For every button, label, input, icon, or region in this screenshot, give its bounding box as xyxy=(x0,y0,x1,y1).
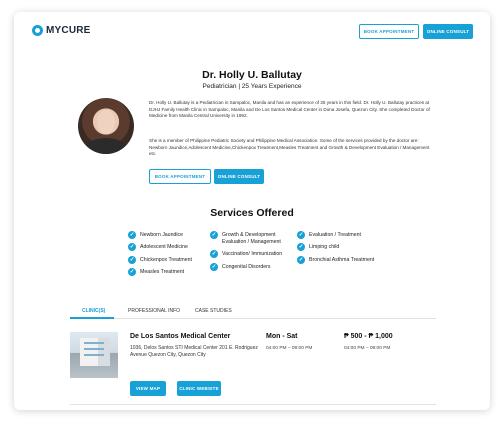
check-icon: ✓ xyxy=(210,263,218,271)
service-label: Congenital Disorders xyxy=(222,264,271,270)
tabs-divider xyxy=(70,318,436,319)
service-item: ✓ Chickenpox Treatment xyxy=(128,256,192,264)
clinic-website-button[interactable]: CLINIC WEBSITE xyxy=(177,381,221,396)
service-label: Chickenpox Treatment xyxy=(140,257,192,263)
tab-case-studies[interactable]: CASE STUDIES xyxy=(195,308,232,314)
check-icon: ✓ xyxy=(297,243,305,251)
check-icon: ✓ xyxy=(128,231,136,239)
doctor-avatar xyxy=(78,98,134,154)
top-header: MYCURE BOOK APPOINTMENT ONLINE CONSULT xyxy=(14,12,490,52)
page-frame: MYCURE BOOK APPOINTMENT ONLINE CONSULT D… xyxy=(14,12,490,410)
service-item: ✓ Bronchial Asthma Treatment xyxy=(297,256,374,264)
service-label: Adolescent Medicine xyxy=(140,244,188,250)
header-book-appointment-button[interactable]: BOOK APPOINTMENT xyxy=(359,24,419,39)
book-appointment-button[interactable]: BOOK APPOINTMENT xyxy=(149,169,211,184)
services-title: Services Offered xyxy=(210,207,294,219)
service-item: ✓ Evaluation / Treatment xyxy=(297,231,361,239)
service-label: Growth & Development Evaluation / Manage… xyxy=(222,232,281,245)
logo-icon xyxy=(32,25,43,36)
clinic-window xyxy=(84,354,104,356)
doctor-subtitle: Pediatrician | 25 Years Experience xyxy=(202,83,302,90)
service-label: Newborn Jaundice xyxy=(140,232,183,238)
service-item: ✓ Congenital Disorders xyxy=(210,263,270,271)
service-item: ✓ Growth & Development Evaluation / Mana… xyxy=(210,231,298,245)
clinic-schedule-days: Mon - Sat xyxy=(266,333,298,340)
clinic-window xyxy=(84,342,104,344)
consultation-fee: ₱ 500 - ₱ 1,000 xyxy=(344,333,393,340)
service-label: Measles Treatment xyxy=(140,269,185,275)
clinic-window xyxy=(84,348,104,350)
service-item: ✓ Vaccination/ Immunization xyxy=(210,250,282,258)
check-icon: ✓ xyxy=(297,231,305,239)
avatar-face xyxy=(97,110,115,134)
service-item: ✓ Adolescent Medicine xyxy=(128,243,188,251)
check-icon: ✓ xyxy=(128,268,136,276)
tab-clinics[interactable]: CLINIC(S) xyxy=(82,308,105,314)
clinic-address: 1036, Delos Santos STI Medical Center 20… xyxy=(130,345,258,358)
check-icon: ✓ xyxy=(128,256,136,264)
doctor-bio-paragraph-2: She is a member of Philippine Pediatric … xyxy=(149,138,430,157)
check-icon: ✓ xyxy=(210,231,218,239)
tab-professional-info[interactable]: PROFESSIONAL INFO xyxy=(128,308,180,314)
doctor-bio-paragraph-1: Dr. Holly U. Ballutay is a Pediatrician … xyxy=(149,100,430,119)
check-icon: ✓ xyxy=(210,250,218,258)
service-label: Vaccination/ Immunization xyxy=(222,251,283,257)
doctor-name: Dr. Holly U. Ballutay xyxy=(202,69,302,81)
avatar-shoulders xyxy=(86,138,126,154)
logo-text: MYCURE xyxy=(46,25,91,36)
clinic-name: De Los Santos Medical Center xyxy=(130,333,231,340)
check-icon: ✓ xyxy=(128,243,136,251)
service-label: Limping child xyxy=(309,244,340,250)
clinic-photo xyxy=(70,332,118,378)
service-label: Evaluation / Treatment xyxy=(309,232,361,238)
view-map-button[interactable]: VIEW MAP xyxy=(130,381,166,396)
active-tab-indicator xyxy=(70,317,114,319)
service-item: ✓ Measles Treatment xyxy=(128,268,184,276)
service-label: Bronchial Asthma Treatment xyxy=(309,257,375,263)
header-online-consult-button[interactable]: ONLINE CONSULT xyxy=(423,24,473,39)
mycure-logo[interactable]: MYCURE xyxy=(32,25,91,36)
clinic-schedule-time: 04:00 PM – 09:00 PM xyxy=(266,346,313,351)
online-consult-button[interactable]: ONLINE CONSULT xyxy=(214,169,264,184)
service-item: ✓ Newborn Jaundice xyxy=(128,231,183,239)
check-icon: ✓ xyxy=(297,256,305,264)
consultation-fee-time: 04:00 PM – 09:00 PM xyxy=(344,346,391,351)
card-divider xyxy=(70,404,436,405)
service-item: ✓ Limping child xyxy=(297,243,339,251)
